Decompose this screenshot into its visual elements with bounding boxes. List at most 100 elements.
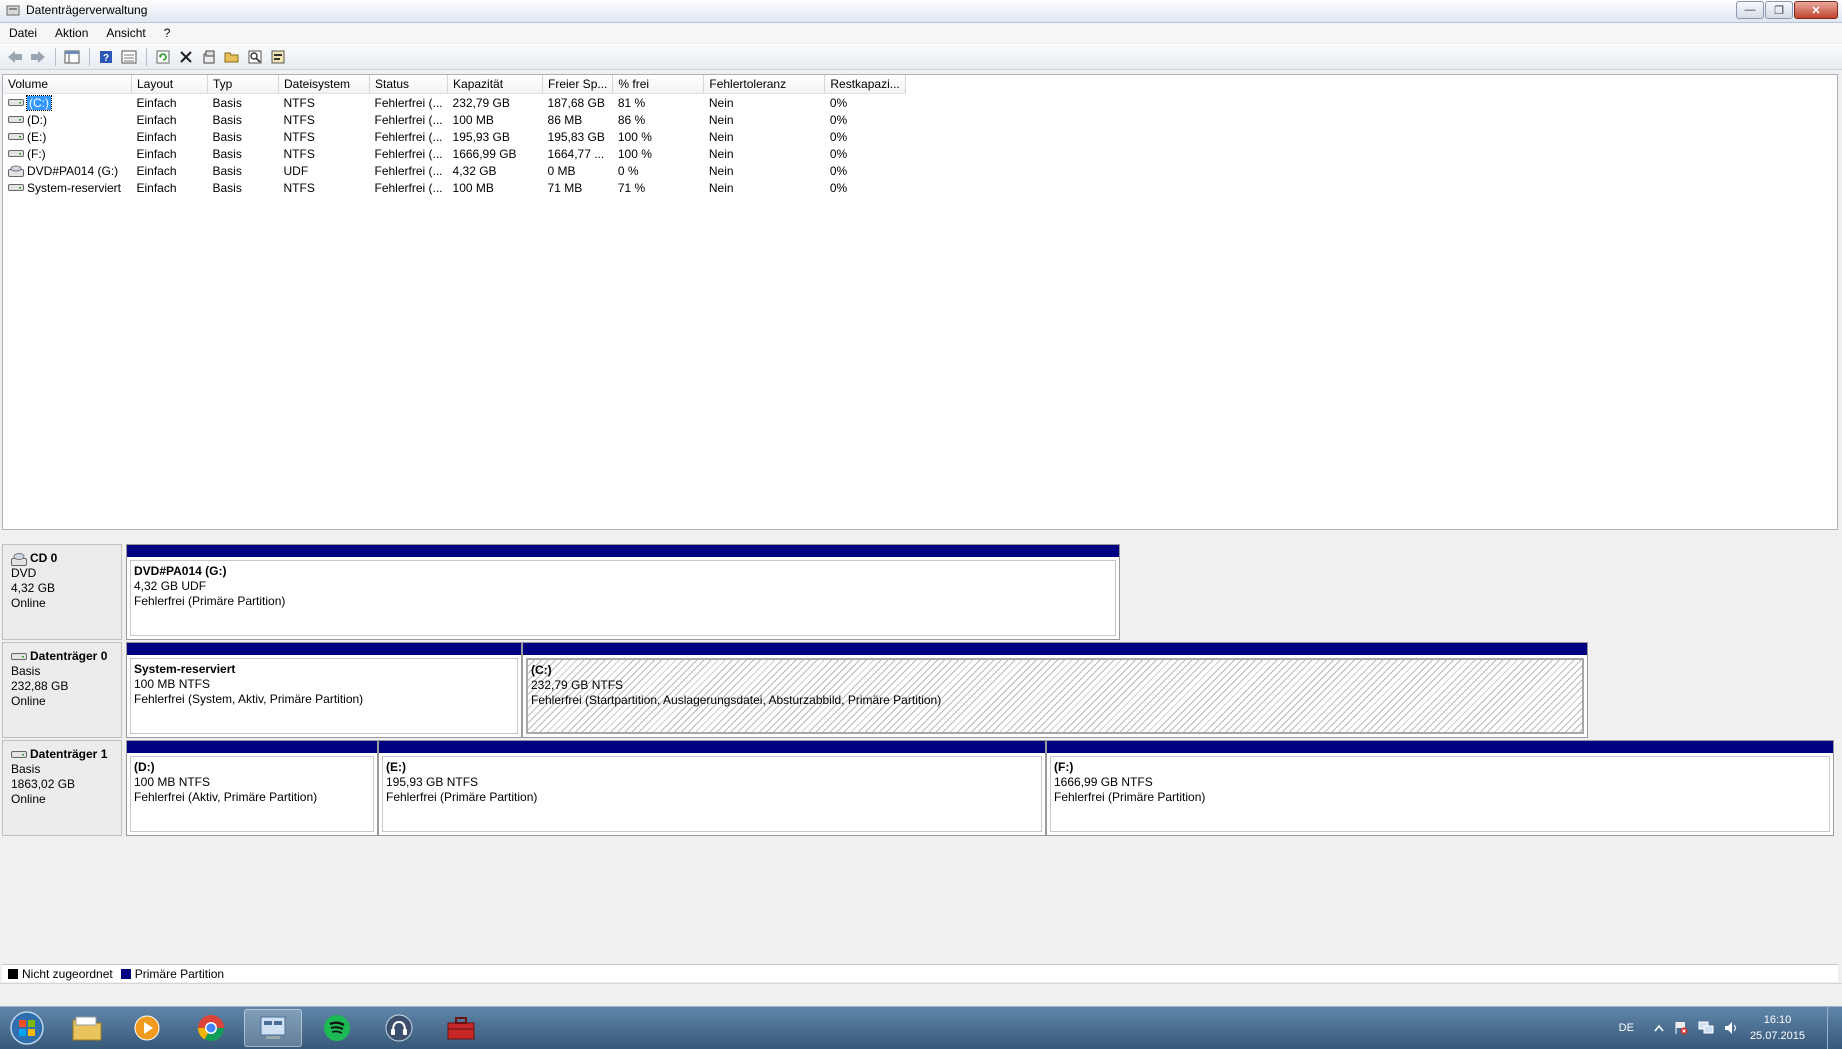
partition-body: DVD#PA014 (G:) 4,32 GB UDF Fehlerfrei (P… <box>130 560 1116 636</box>
cell-layout: Einfach <box>136 180 177 195</box>
partition-status: Fehlerfrei (Startpartition, Auslagerungs… <box>531 693 942 707</box>
column-header-kapazitaet[interactable]: Kapazität <box>447 75 544 94</box>
partition-type-bar <box>127 545 1119 557</box>
column-header-fehlertoleranz[interactable]: Fehlertoleranz <box>703 75 826 94</box>
chevron-up-icon <box>1654 1024 1664 1032</box>
table-row[interactable]: (C:) Einfach Basis NTFS Fehlerfrei (... … <box>3 94 905 112</box>
cell-dateisystem: NTFS <box>283 95 315 110</box>
taskbar-toolbox[interactable] <box>432 1009 490 1047</box>
cell-dateisystem: UDF <box>283 163 309 178</box>
legend-item-primary: Primäre Partition <box>120 967 224 981</box>
disk-state: Online <box>11 694 46 708</box>
taskbar-chrome[interactable] <box>182 1009 240 1047</box>
partition-c[interactable]: (C:) 232,79 GB NTFS Fehlerfrei (Startpar… <box>522 642 1588 738</box>
action-center-button[interactable] <box>1674 1021 1688 1035</box>
cell-layout: Einfach <box>136 112 177 127</box>
partition-e[interactable]: (E:) 195,93 GB NTFS Fehlerfrei (Primäre … <box>378 740 1046 836</box>
cell-fehlertoleranz: Nein <box>708 146 734 161</box>
table-row[interactable]: (E:) Einfach Basis NTFS Fehlerfrei (... … <box>3 128 905 145</box>
explore-button[interactable] <box>244 46 266 68</box>
column-header-layout[interactable]: Layout <box>131 75 208 94</box>
cell-dateisystem: NTFS <box>283 180 315 195</box>
close-button[interactable]: ✕ <box>1794 1 1838 19</box>
flag-warning-icon <box>1675 1022 1688 1035</box>
disk-type: DVD <box>11 566 37 580</box>
menu-datei[interactable]: Datei <box>0 26 46 40</box>
menu-help[interactable]: ? <box>155 26 180 40</box>
minimize-button[interactable]: — <box>1736 1 1764 19</box>
partition-size: 195,93 GB NTFS <box>386 775 479 789</box>
cell-status: Fehlerfrei (... <box>374 180 443 195</box>
partition-f[interactable]: (F:) 1666,99 GB NTFS Fehlerfrei (Primäre… <box>1046 740 1834 836</box>
show-desktop-button[interactable] <box>1827 1007 1842 1049</box>
cell-fehlertoleranz: Nein <box>708 112 734 127</box>
table-row[interactable]: System-reserviert Einfach Basis NTFS Feh… <box>3 179 905 196</box>
spotify-icon <box>324 1015 350 1041</box>
menu-aktion[interactable]: Aktion <box>46 26 97 40</box>
column-header-prozent-frei[interactable]: % frei <box>612 75 705 94</box>
partition-status: Fehlerfrei (System, Aktiv, Primäre Parti… <box>134 692 364 706</box>
clock-time: 16:10 <box>1763 1014 1792 1026</box>
network-button[interactable] <box>1698 1021 1714 1035</box>
forward-button[interactable] <box>27 46 49 68</box>
cell-fehlertoleranz: Nein <box>708 95 734 110</box>
console-tree-icon <box>64 50 80 63</box>
cell-layout: Einfach <box>136 146 177 161</box>
taskbar-spotify[interactable] <box>308 1009 366 1047</box>
cell-layout: Einfach <box>136 163 177 178</box>
column-header-freier-speicher[interactable]: Freier Sp... <box>542 75 614 94</box>
table-row[interactable]: DVD#PA014 (G:) Einfach Basis UDF Fehlerf… <box>3 162 905 179</box>
cell-fehlertoleranz: Nein <box>708 129 734 144</box>
disk-type: Basis <box>11 762 41 776</box>
disk-state: Online <box>11 596 46 610</box>
clock[interactable]: 16:10 25.07.2015 <box>1750 1012 1805 1044</box>
refresh-button[interactable] <box>152 46 174 68</box>
menu-ansicht[interactable]: Ansicht <box>97 26 154 40</box>
cell-typ: Basis <box>212 95 242 110</box>
console-tree-button[interactable] <box>61 46 83 68</box>
toolbar-separator <box>55 47 56 66</box>
partition-system-reserved[interactable]: System-reserviert 100 MB NTFS Fehlerfrei… <box>126 642 522 738</box>
cell-freier-speicher: 71 MB <box>547 180 583 195</box>
column-header-restkapazitaet[interactable]: Restkapazi... <box>824 75 906 94</box>
back-button[interactable] <box>4 46 26 68</box>
disk-label-disk0[interactable]: Datenträger 0 Basis 232,88 GB Online <box>2 642 122 738</box>
partition-name: (E:) <box>386 760 406 774</box>
properties-button[interactable] <box>198 46 220 68</box>
help-button[interactable]: ? <box>95 46 117 68</box>
column-header-volume[interactable]: Volume <box>3 75 132 94</box>
language-indicator[interactable]: DE <box>1619 1022 1634 1034</box>
partition-type-bar <box>127 741 377 753</box>
cell-dateisystem: NTFS <box>283 112 315 127</box>
table-row[interactable]: (D:) Einfach Basis NTFS Fehlerfrei (... … <box>3 111 905 128</box>
disk-label-cd0[interactable]: CD 0 DVD 4,32 GB Online <box>2 544 122 640</box>
cell-freier-speicher: 195,83 GB <box>547 129 605 144</box>
cell-restkapazitaet: 0% <box>829 112 848 127</box>
column-header-dateisystem[interactable]: Dateisystem <box>278 75 370 94</box>
partition-body: (E:) 195,93 GB NTFS Fehlerfrei (Primäre … <box>382 756 1042 832</box>
taskbar-teamspeak[interactable] <box>370 1009 428 1047</box>
taskbar-media-player[interactable] <box>118 1009 176 1047</box>
partition-d[interactable]: (D:) 100 MB NTFS Fehlerfrei (Aktiv, Prim… <box>126 740 378 836</box>
column-header-typ[interactable]: Typ <box>207 75 279 94</box>
settings-button[interactable] <box>267 46 289 68</box>
explorer-icon <box>72 1016 102 1041</box>
refresh-icon <box>156 50 170 63</box>
legend-label: Nicht zugeordnet <box>22 966 113 981</box>
disk-label-disk1[interactable]: Datenträger 1 Basis 1863,02 GB Online <box>2 740 122 836</box>
delete-button[interactable] <box>175 46 197 68</box>
cell-kapazitaet: 232,79 GB <box>452 95 510 110</box>
taskbar-explorer[interactable] <box>58 1009 116 1047</box>
taskbar-disk-management[interactable] <box>244 1009 302 1047</box>
show-hidden-icons-button[interactable] <box>1654 1024 1664 1032</box>
list-view-button[interactable] <box>118 46 140 68</box>
volume-button[interactable] <box>1724 1021 1740 1035</box>
volume-list[interactable]: Volume Layout Typ Dateisystem Status Kap… <box>2 74 1838 530</box>
start-button[interactable] <box>4 1009 50 1047</box>
partition-dvd-g[interactable]: DVD#PA014 (G:) 4,32 GB UDF Fehlerfrei (P… <box>126 544 1120 640</box>
table-row[interactable]: (F:) Einfach Basis NTFS Fehlerfrei (... … <box>3 145 905 162</box>
disk-size: 4,32 GB <box>11 581 56 595</box>
maximize-button[interactable]: ❐ <box>1765 1 1793 19</box>
open-button[interactable] <box>221 46 243 68</box>
column-header-status[interactable]: Status <box>369 75 449 94</box>
